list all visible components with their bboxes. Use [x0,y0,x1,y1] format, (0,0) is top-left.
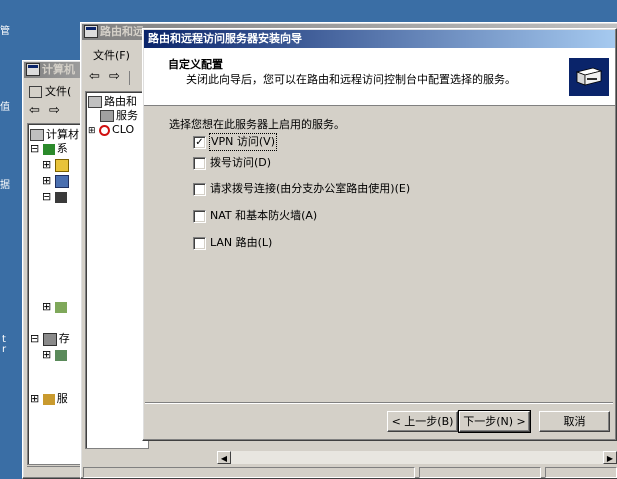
tree-item[interactable]: ⊟ [42,190,67,204]
demand-dial-label[interactable]: 请求拨号连接(由分支办公室路由使用)(E) [210,181,410,197]
menu-file[interactable]: 文件( [29,83,71,99]
back-arrow-icon[interactable]: ⇦ [29,103,40,118]
tools-icon [42,143,55,155]
tree-item-status[interactable]: 服务 [100,109,138,123]
storage-icon [42,332,57,346]
dialup-access-label[interactable]: 拨号访问(D) [210,155,271,171]
server-icon [88,96,102,108]
tree-item-label: 系 [56,142,68,155]
forward-arrow-icon[interactable]: ⇨ [49,103,60,118]
horizontal-scrollbar[interactable]: ◀ ▶ [217,451,617,464]
wizard-banner-icon [569,58,609,96]
expand-icon[interactable]: ⊞ [42,158,51,171]
desktop-icon-label[interactable]: r [2,344,6,355]
nat-firewall-label[interactable]: NAT 和基本防火墙(A) [210,208,317,224]
tree-item[interactable]: ⊞ [42,300,67,314]
wizard-titlebar[interactable]: 路由和远程访问服务器安装向导 [144,30,615,48]
computer-icon [30,129,44,141]
event-viewer-icon [54,158,69,172]
tree-item[interactable]: ⊞ [42,158,69,172]
services-prompt: 选择您想在此服务器上启用的服务。 [169,118,345,131]
desktop-icon-label[interactable]: 管 [0,22,10,37]
server-status-icon [100,110,114,122]
tree-item-label: CLO [112,123,135,136]
window-title: 路由和远 [100,25,144,38]
expand-icon[interactable]: ⊞ [42,300,51,313]
vpn-access-label[interactable]: VPN 访问(V) [209,133,277,151]
nat-firewall-checkbox[interactable] [193,210,206,223]
lan-routing-label[interactable]: LAN 路由(L) [210,235,272,251]
setup-wizard-dialog[interactable]: 路由和远程访问服务器安装向导 自定义配置 关闭此向导后，您可以在路由和远程访问控… [142,28,617,441]
expand-icon[interactable]: ⊞ [88,126,96,136]
rras-icon [84,25,98,38]
tree-item-root[interactable]: 计算材 [30,128,79,142]
services-icon [42,393,55,405]
expand-icon[interactable]: ⊞ [42,348,51,361]
collapse-icon[interactable]: ⊟ [42,190,51,203]
next-button[interactable]: 下一步(N) > [458,410,531,433]
menu-file[interactable]: 文件(F) [93,47,130,63]
scroll-right-button[interactable]: ▶ [603,451,617,464]
forward-arrow-icon[interactable]: ⇨ [109,69,120,84]
window-title: 计算机 [42,63,75,76]
tree-item-label: 路由和 [104,95,137,108]
header-heading: 自定义配置 [168,58,223,71]
disk-icon [54,349,67,361]
button-separator [145,402,613,404]
cancel-button[interactable]: 取消 [539,411,610,432]
tree-item-system[interactable]: ⊟ 系 [30,142,68,156]
back-button[interactable]: < 上一步(B) [387,411,458,432]
vpn-access-checkbox[interactable]: ✓ [193,136,206,149]
back-arrow-icon[interactable]: ⇦ [89,69,100,84]
toolbar-separator [129,71,130,85]
tree-item-storage[interactable]: ⊟ 存 [30,332,70,346]
tree-item[interactable]: ⊞ [42,348,67,362]
demand-dial-checkbox[interactable] [193,183,206,196]
tree-item-services[interactable]: ⊞ 服 [30,392,68,406]
computer-management-icon [26,63,40,76]
device-manager-icon [54,301,67,313]
desktop-icon-label[interactable]: 值 [0,98,10,113]
tree-item-server[interactable]: ⊞ CLO [88,123,134,137]
header-subheading: 关闭此向导后，您可以在路由和远程访问控制台中配置选择的服务。 [186,73,516,86]
scroll-left-button[interactable]: ◀ [217,451,231,464]
lan-routing-checkbox[interactable] [193,237,206,250]
wizard-header: 自定义配置 关闭此向导后，您可以在路由和远程访问控制台中配置选择的服务。 [144,48,615,106]
tree-item-label: 存 [58,332,70,345]
expand-icon[interactable]: ⊞ [42,174,51,187]
dialup-access-checkbox[interactable] [193,157,206,170]
desktop-icon-label[interactable]: 据 [0,176,10,191]
status-bar [83,467,617,478]
tree-item-label: 服 [56,392,68,405]
rras-tree-panel[interactable]: 路由和 服务 ⊞ CLO [85,91,149,449]
collapse-icon[interactable]: ⊟ [30,332,39,345]
server-stopped-icon [99,124,111,136]
collapse-icon[interactable]: ⊟ [30,142,39,155]
menu-file-label: 文件( [45,85,72,98]
expand-icon[interactable]: ⊞ [30,392,39,405]
tree-item-label: 计算材 [46,128,79,141]
shared-folders-icon [54,174,69,188]
tree-item-label: 服务 [116,109,138,122]
tree-item-rras-root[interactable]: 路由和 [88,95,137,109]
users-icon [54,191,67,203]
tree-item[interactable]: ⊞ [42,174,69,188]
